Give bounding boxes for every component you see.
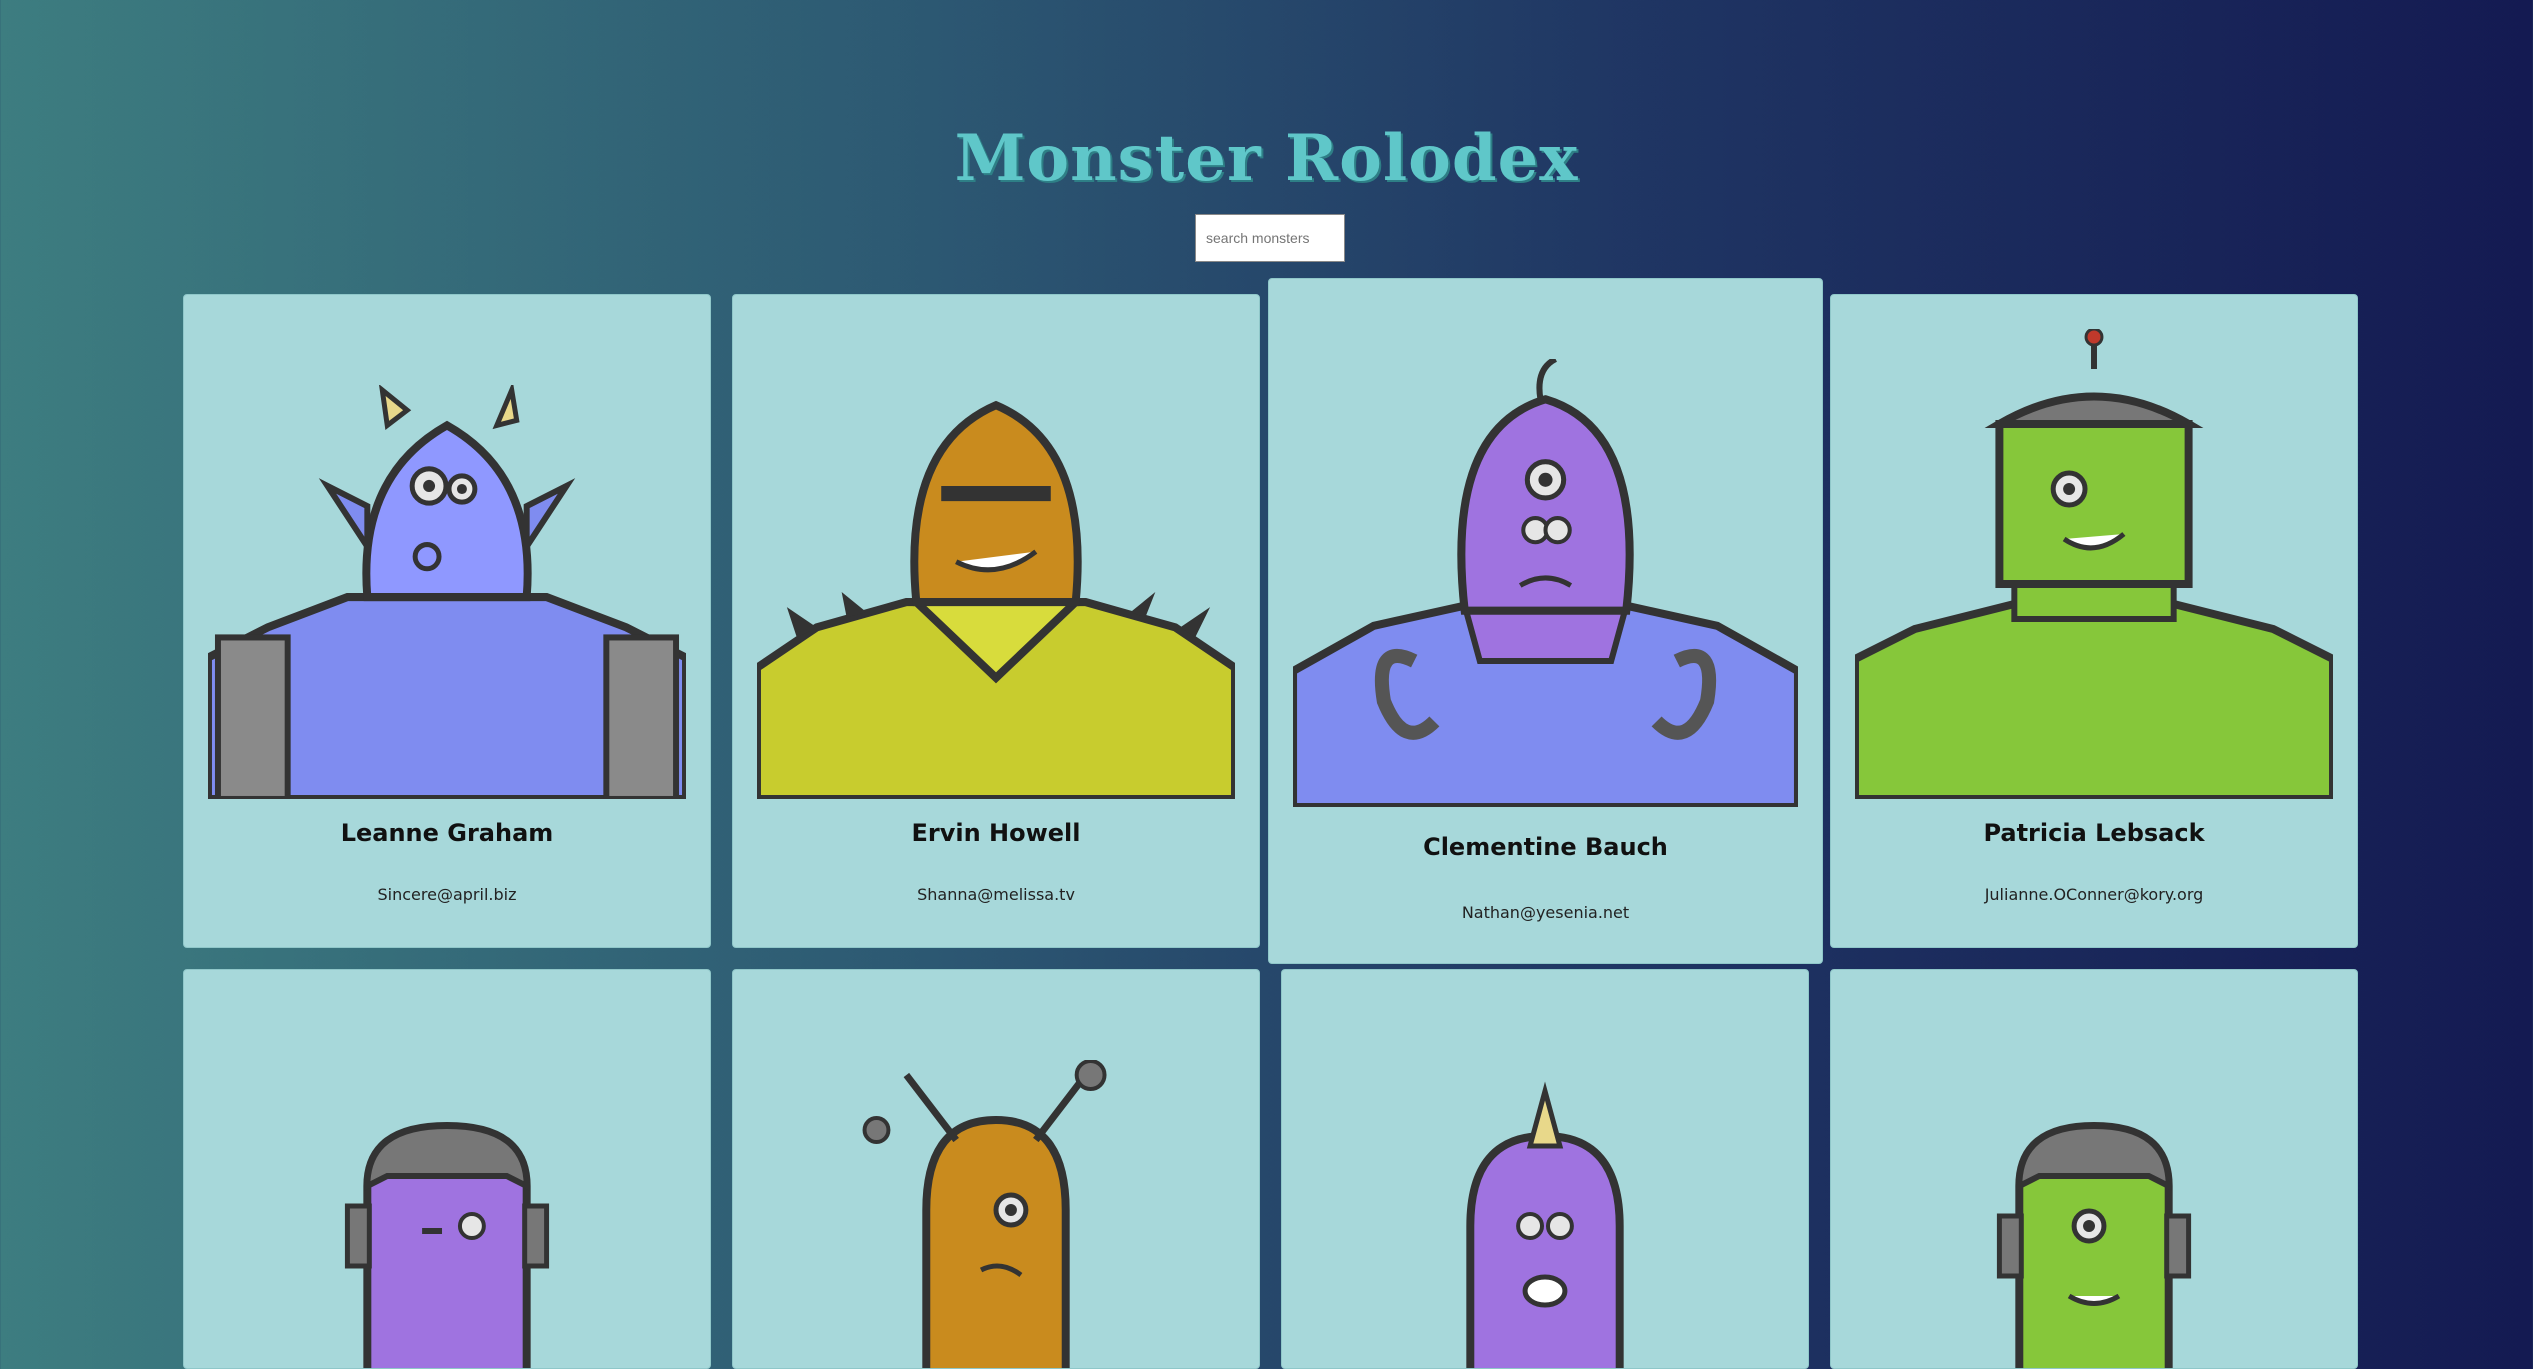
- monster-name: Patricia Lebsack: [1983, 819, 2205, 847]
- monster-card[interactable]: Leanne Graham Sincere@april.biz: [183, 294, 711, 948]
- monster-image: [208, 385, 686, 799]
- monster-name: Ervin Howell: [911, 819, 1081, 847]
- monster-card[interactable]: [183, 969, 711, 1369]
- monster-card[interactable]: Clementine Bauch Nathan@yesenia.net: [1268, 278, 1823, 964]
- monster-email: Julianne.OConner@kory.org: [1984, 885, 2204, 904]
- page-title: Monster Rolodex: [954, 120, 1579, 196]
- monster-image: [1306, 1076, 1784, 1368]
- monster-image: [757, 385, 1235, 799]
- monster-email: Nathan@yesenia.net: [1461, 903, 1630, 922]
- monster-card[interactable]: Ervin Howell Shanna@melissa.tv: [732, 294, 1260, 948]
- monster-card[interactable]: [732, 969, 1260, 1369]
- monster-email: Shanna@melissa.tv: [917, 885, 1075, 904]
- monster-image: [1855, 329, 2333, 799]
- monster-card[interactable]: [1830, 969, 2358, 1369]
- monster-card[interactable]: [1281, 969, 1809, 1369]
- monster-image: [208, 1106, 686, 1368]
- monster-card[interactable]: Patricia Lebsack Julianne.OConner@kory.o…: [1830, 294, 2358, 948]
- monster-image: [757, 1060, 1235, 1368]
- monster-image: [1855, 1106, 2333, 1368]
- monster-image: [1293, 359, 1798, 807]
- search-input[interactable]: [1195, 214, 1345, 262]
- monster-name: Clementine Bauch: [1423, 833, 1668, 861]
- monster-email: Sincere@april.biz: [377, 885, 517, 904]
- monster-name: Leanne Graham: [340, 819, 554, 847]
